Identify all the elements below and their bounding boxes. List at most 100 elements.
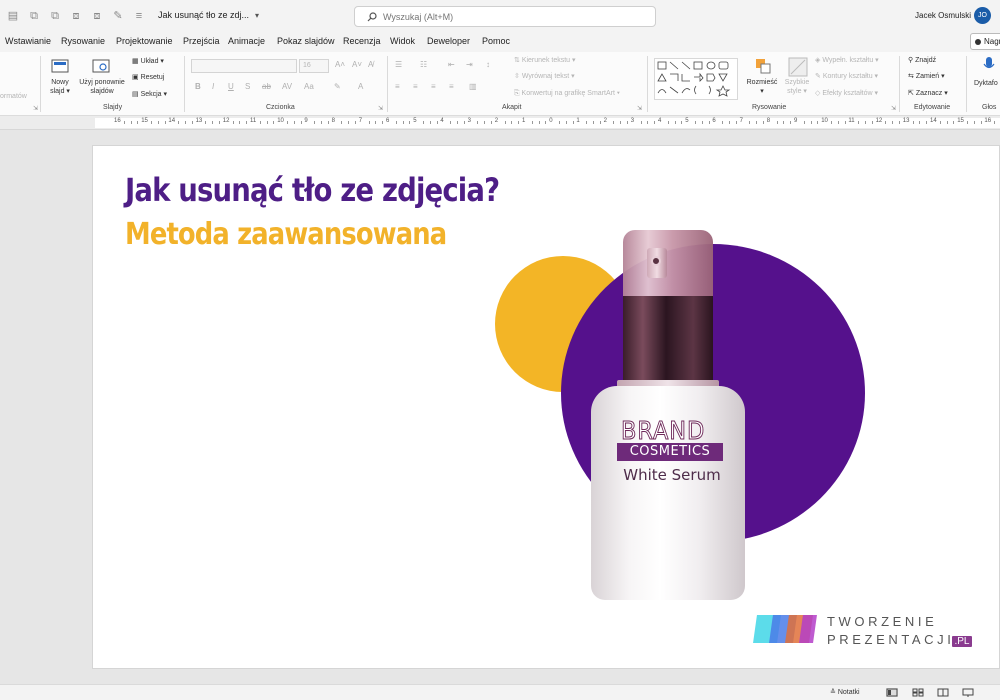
- group-icon[interactable]: ⧈: [69, 10, 83, 23]
- ruler-number: 5: [685, 118, 689, 124]
- shape-outline-button[interactable]: ✎ Kontury kształtu ▾: [815, 72, 878, 82]
- spacing-icon[interactable]: AV: [282, 82, 292, 91]
- bullets-icon[interactable]: ☰: [395, 60, 402, 69]
- ruler-number: 0: [549, 118, 553, 124]
- format-painter-icon[interactable]: ✎: [111, 10, 125, 23]
- tab-help[interactable]: Pomoc: [482, 36, 510, 46]
- ruler-number: 1: [522, 118, 526, 124]
- slide-title[interactable]: Jak usunąć tło ze zdjęcia?: [125, 171, 500, 209]
- ruler-tick: [980, 121, 982, 124]
- avatar[interactable]: JO: [974, 7, 991, 24]
- quick-styles-button[interactable]: Szybkie style ▾: [782, 78, 812, 96]
- font-color-icon[interactable]: A: [358, 82, 363, 91]
- clear-format-icon[interactable]: A̸: [368, 60, 373, 69]
- tab-review[interactable]: Recenzja: [343, 36, 381, 46]
- normal-view-icon[interactable]: [886, 688, 898, 697]
- notes-label: Notatki: [837, 689, 860, 696]
- select-button[interactable]: ⇱ Zaznacz ▾: [908, 89, 948, 99]
- highlight-icon[interactable]: ✎: [334, 82, 341, 91]
- ribbon-separator: [966, 56, 967, 112]
- record-button[interactable]: Nagr: [970, 33, 1000, 50]
- duplicate-icon[interactable]: ⧉: [48, 10, 62, 23]
- ruler-tick: [559, 121, 560, 124]
- ruler-tick: [368, 121, 370, 124]
- ruler-number: 8: [766, 118, 771, 124]
- copy-icon[interactable]: ⧉: [27, 10, 41, 23]
- dialog-launcher-icon[interactable]: ⇲: [891, 105, 896, 112]
- align-text-button[interactable]: ⇳ Wyrównaj tekst ▾: [514, 72, 575, 82]
- font-name-combo[interactable]: [191, 59, 297, 73]
- document-title[interactable]: Jak usunąć tło ze zdj... ▾: [158, 10, 259, 20]
- align-left-icon[interactable]: ≡: [395, 82, 400, 91]
- grow-font-icon[interactable]: A˄: [335, 60, 345, 69]
- shadow-icon[interactable]: S: [245, 82, 250, 91]
- slide[interactable]: Jak usunąć tło ze zdjęcia? Metoda zaawan…: [92, 145, 1000, 669]
- italic-icon[interactable]: I: [212, 82, 214, 91]
- find-button[interactable]: ⚲ Znajdź: [908, 56, 936, 66]
- reset-button[interactable]: ▣ Resetuj: [132, 73, 164, 83]
- ribbon-separator: [899, 56, 900, 112]
- new-slide-button[interactable]: Nowy slajd ▾: [48, 78, 72, 96]
- font-size-combo[interactable]: 16: [299, 59, 329, 73]
- slide-subtitle[interactable]: Metoda zaawansowana: [125, 217, 447, 252]
- shrink-font-icon[interactable]: A˅: [352, 60, 362, 69]
- layout-button[interactable]: ▦ Układ ▾: [132, 57, 164, 67]
- columns-icon[interactable]: ▥: [469, 82, 477, 91]
- ruler-tick: [518, 121, 520, 124]
- tab-slideshow[interactable]: Pokaz slajdów: [277, 36, 335, 46]
- replace-button[interactable]: ⇆ Zamień ▾: [908, 72, 945, 82]
- convert-smartart-label: Konwertuj na grafikę SmartArt ▾: [521, 90, 620, 97]
- strikethrough-icon[interactable]: ab: [262, 82, 271, 91]
- dialog-launcher-icon[interactable]: ⇲: [378, 105, 383, 112]
- ruler-tick: [477, 121, 479, 124]
- shape-effects-button[interactable]: ◇ Efekty kształtów ▾: [815, 89, 878, 99]
- ruler-tick: [538, 121, 540, 124]
- reading-view-icon[interactable]: [937, 688, 949, 697]
- arrange-button[interactable]: Rozmieść ▾: [744, 78, 780, 96]
- section-button[interactable]: ▤ Sekcja ▾: [132, 90, 167, 100]
- slide-sorter-icon[interactable]: [912, 688, 924, 697]
- customize-chevron-icon[interactable]: ≡: [132, 10, 146, 23]
- horizontal-ruler[interactable]: 16 15 14 13 12 11 10 9 8 7 6 5 4 3 2 1 0 1 2 3 4 5 6 7 8 9 10 11 12 1…: [0, 116, 1000, 130]
- align-right-icon[interactable]: ≡: [431, 82, 436, 91]
- ribbon-separator: [647, 56, 648, 112]
- line-spacing-icon[interactable]: ↕: [486, 60, 490, 69]
- dictate-button[interactable]: Dyktafo: [974, 79, 1000, 88]
- change-case-icon[interactable]: Aa: [304, 82, 314, 91]
- tab-insert[interactable]: Wstawianie: [5, 36, 51, 46]
- decrease-indent-icon[interactable]: ⇤: [448, 60, 455, 69]
- increase-indent-icon[interactable]: ⇥: [466, 60, 473, 69]
- section-icon: ▤: [132, 91, 141, 98]
- ruler-tick: [219, 121, 220, 124]
- shapes-gallery[interactable]: [654, 58, 738, 100]
- ruler-number: 15: [957, 118, 964, 124]
- bold-icon[interactable]: B: [195, 82, 201, 91]
- dialog-launcher-icon[interactable]: ⇲: [33, 105, 38, 112]
- align-center-icon[interactable]: ≡: [413, 82, 418, 91]
- tab-view[interactable]: Widok: [390, 36, 415, 46]
- ruler-tick: [205, 121, 207, 124]
- slideshow-view-icon[interactable]: [962, 688, 974, 697]
- dialog-launcher-icon[interactable]: ⇲: [637, 105, 642, 112]
- notes-button[interactable]: ≙ Notatki: [830, 688, 860, 696]
- numbering-icon[interactable]: ☷: [420, 60, 427, 69]
- ungroup-icon[interactable]: ⧈: [90, 10, 104, 23]
- serum-bottle-image[interactable]: BRAND COSMETICS White Serum: [587, 230, 749, 600]
- tab-draw[interactable]: Rysowanie: [61, 36, 105, 46]
- tab-animations[interactable]: Animacje: [228, 36, 265, 46]
- reuse-slides-button[interactable]: Użyj ponownie slajdów: [76, 78, 128, 96]
- slideshow-icon[interactable]: ▤: [6, 10, 20, 23]
- tab-design[interactable]: Projektowanie: [116, 36, 173, 46]
- convert-smartart-button[interactable]: ⎘ Konwertuj na grafikę SmartArt ▾: [514, 89, 620, 99]
- underline-icon[interactable]: U: [228, 82, 234, 91]
- search-box[interactable]: [354, 6, 656, 27]
- justify-icon[interactable]: ≡: [449, 82, 454, 91]
- tab-developer[interactable]: Deweloper: [427, 36, 470, 46]
- search-input[interactable]: [383, 11, 623, 22]
- ruler-number: 7: [739, 118, 743, 124]
- text-direction-button[interactable]: ⇅ Kierunek tekstu ▾: [514, 56, 576, 66]
- tab-transitions[interactable]: Przejścia: [183, 36, 220, 46]
- company-logo[interactable]: TWORZENIE PREZENTACJI.PL: [753, 612, 993, 652]
- ruler-tick: [749, 121, 751, 124]
- shape-fill-button[interactable]: ◈ Wypełn. kształtu ▾: [815, 56, 879, 66]
